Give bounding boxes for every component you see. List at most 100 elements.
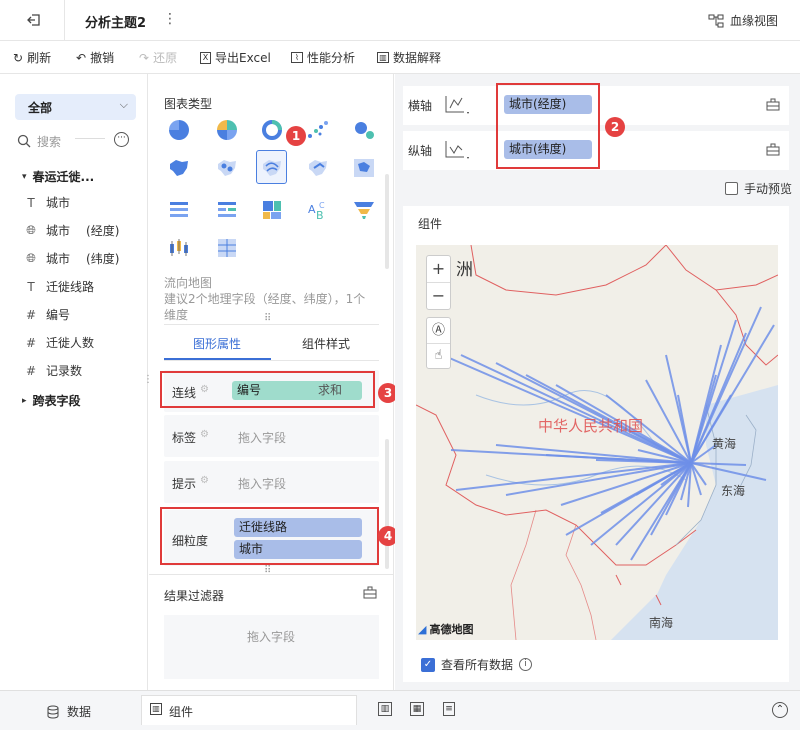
refresh-button[interactable]: ↻ 刷新 xyxy=(13,49,51,66)
field-item[interactable]: T 迁徙线路 xyxy=(24,278,94,295)
svg-text:B: B xyxy=(316,209,324,222)
back-icon[interactable] xyxy=(26,12,42,31)
label-well[interactable]: 标签 ⚙ 拖入字段 xyxy=(164,415,379,457)
filter-settings-icon[interactable] xyxy=(363,586,377,602)
settings-icon[interactable]: ⚙ xyxy=(200,475,209,486)
tab-component[interactable]: ▥ 组件 xyxy=(141,695,357,725)
map-label-continent: 洲 xyxy=(456,260,473,280)
scrollbar[interactable] xyxy=(385,439,389,569)
point-map-icon[interactable] xyxy=(215,156,239,180)
bottom-bar: 数据 ▥ 组件 ▥ ▦ ≡ ⌃ xyxy=(0,690,800,730)
zoom-out-button[interactable]: − xyxy=(427,283,450,310)
scrollbar[interactable] xyxy=(385,174,389,269)
tab-graphic-properties[interactable]: 图形属性 xyxy=(193,335,241,352)
flow-map[interactable]: 洲 中华人民共和国 黄海 东海 南海 + − Ⓐ ☝ ◢ 高德地图 xyxy=(416,245,778,640)
more-options-icon[interactable]: ··· xyxy=(114,132,129,147)
map-label-south-sea: 南海 xyxy=(649,616,674,630)
field-item[interactable]: 🌐︎ 城市 (经度) xyxy=(24,222,119,239)
table-icon[interactable] xyxy=(167,198,191,222)
rose-chart-icon[interactable] xyxy=(215,118,239,142)
table-selector[interactable]: 全部 ⌵ xyxy=(15,94,136,120)
axis-type-icon[interactable] xyxy=(443,138,471,165)
number-type-icon: # xyxy=(25,363,37,378)
pie-chart-icon[interactable] xyxy=(167,118,191,142)
tab-data[interactable]: 数据 xyxy=(47,703,91,720)
chart-preview-panel: 横轴 城市(经度) 纵轴 城市(纬度) 2 手动预览 组件 洲 中华人民共和国 … xyxy=(395,74,800,690)
performance-analysis-button[interactable]: ⌇ 性能分析 xyxy=(291,49,355,66)
badge-1: 1 xyxy=(286,126,306,146)
chart-config-panel: 图表类型 ABC 流向地图 建议2个地理字段（经度、纬度），1个 维度 ⠿ 图形… xyxy=(149,74,398,690)
field-item[interactable]: # 记录数 xyxy=(24,362,82,379)
filter-drop-area[interactable]: 拖入字段 xyxy=(164,615,379,679)
number-type-icon: # xyxy=(25,335,37,350)
map-pan-hand-icon[interactable]: ☝ xyxy=(427,344,450,370)
flow-map-icon[interactable] xyxy=(260,156,284,180)
field-item[interactable]: T 城市 xyxy=(24,194,70,211)
caret-down-icon: ▾ xyxy=(22,171,27,182)
heat-map-icon[interactable] xyxy=(306,156,330,180)
donut-chart-icon[interactable] xyxy=(260,118,284,142)
add-table-icon[interactable]: ▦ xyxy=(410,702,424,716)
axis-settings-icon[interactable] xyxy=(766,143,780,159)
view-all-data-toggle[interactable]: ✓ 查看所有数据 i xyxy=(421,656,533,673)
checkbox-unchecked[interactable] xyxy=(725,182,738,195)
lineage-label: 血缘视图 xyxy=(730,14,779,28)
flow-line xyxy=(590,462,692,546)
result-filter-title: 结果过滤器 xyxy=(164,589,225,603)
map-select-icon[interactable]: Ⓐ xyxy=(427,318,450,344)
database-icon xyxy=(47,705,59,719)
data-explain-button[interactable]: ▥ 数据解释 xyxy=(377,49,441,66)
checkbox-checked[interactable]: ✓ xyxy=(421,657,435,672)
svg-text:C: C xyxy=(319,201,325,210)
globe-icon: 🌐︎ xyxy=(26,223,36,237)
cross-table-icon[interactable] xyxy=(215,198,239,222)
add-component-icon[interactable]: ▥ xyxy=(378,702,392,716)
scatter-chart-icon[interactable] xyxy=(306,118,330,142)
lineage-view-button[interactable]: 血缘视图 xyxy=(708,12,778,29)
cross-table-node[interactable]: ▸ 跨表字段 xyxy=(22,392,81,409)
region-map-icon[interactable] xyxy=(167,156,191,180)
more-menu-icon[interactable]: ⋮ xyxy=(163,11,177,27)
funnel-chart-icon[interactable] xyxy=(352,198,376,222)
refresh-icon: ↻ xyxy=(13,50,24,65)
tab-component-style[interactable]: 组件样式 xyxy=(302,335,350,352)
table-node[interactable]: ▾ 春运迁徙... xyxy=(22,168,94,185)
drag-handle[interactable]: ⠿ xyxy=(264,313,271,324)
manual-preview-toggle[interactable]: 手动预览 xyxy=(725,180,792,197)
export-excel-button[interactable]: X 导出Excel xyxy=(200,49,271,66)
info-icon[interactable]: i xyxy=(519,658,533,671)
field-item[interactable]: 🌐︎ 城市 (纬度) xyxy=(24,250,119,267)
settings-icon[interactable]: ⚙ xyxy=(200,429,209,440)
component-card: 组件 洲 中华人民共和国 黄海 东海 南海 + − Ⓐ ☝ ◢ 高德地图 ✓ 查… xyxy=(403,206,789,682)
axis-type-icon[interactable] xyxy=(443,93,471,120)
field-item[interactable]: # 编号 xyxy=(24,306,70,323)
zoom-control: + − xyxy=(426,255,451,310)
text-type-icon: T xyxy=(27,195,35,210)
add-report-icon[interactable]: ≡ xyxy=(443,702,455,716)
axis-settings-icon[interactable] xyxy=(766,98,780,114)
word-cloud-icon[interactable]: A BC xyxy=(306,198,330,222)
treemap-icon[interactable] xyxy=(260,198,284,222)
density-map-icon[interactable] xyxy=(352,156,376,180)
search-box[interactable]: 搜索 xyxy=(17,131,107,151)
globe-icon: 🌐︎ xyxy=(26,251,36,265)
field-item[interactable]: # 迁徙人数 xyxy=(24,334,94,351)
chart-type-title: 图表类型 xyxy=(164,97,213,111)
explain-icon: ▥ xyxy=(377,52,389,63)
search-input[interactable]: 搜索 xyxy=(37,133,61,150)
undo-button[interactable]: ↶ 撤销 xyxy=(76,49,114,66)
boxplot-icon[interactable] xyxy=(167,236,191,260)
collapse-up-icon[interactable]: ⌃ xyxy=(772,702,788,718)
bubble-chart-icon[interactable] xyxy=(352,118,376,142)
map-label-east-sea: 东海 xyxy=(721,484,746,498)
chart-desc-title: 流向地图 xyxy=(164,276,213,290)
frame-chart-icon[interactable] xyxy=(215,236,239,260)
tooltip-well[interactable]: 提示 ⚙ 拖入字段 xyxy=(164,461,379,503)
number-type-icon: # xyxy=(25,307,37,322)
redo-button[interactable]: ↷ 还原 xyxy=(139,49,177,66)
map-label-country: 中华人民共和国 xyxy=(538,417,644,435)
caret-right-icon: ▸ xyxy=(22,395,27,406)
toolbar: ↻ 刷新 ↶ 撤销 ↷ 还原 X 导出Excel ⌇ 性能分析 ▥ 数据解释 xyxy=(0,41,800,74)
zoom-in-button[interactable]: + xyxy=(427,256,450,283)
map-label-yellow-sea: 黄海 xyxy=(712,437,737,451)
